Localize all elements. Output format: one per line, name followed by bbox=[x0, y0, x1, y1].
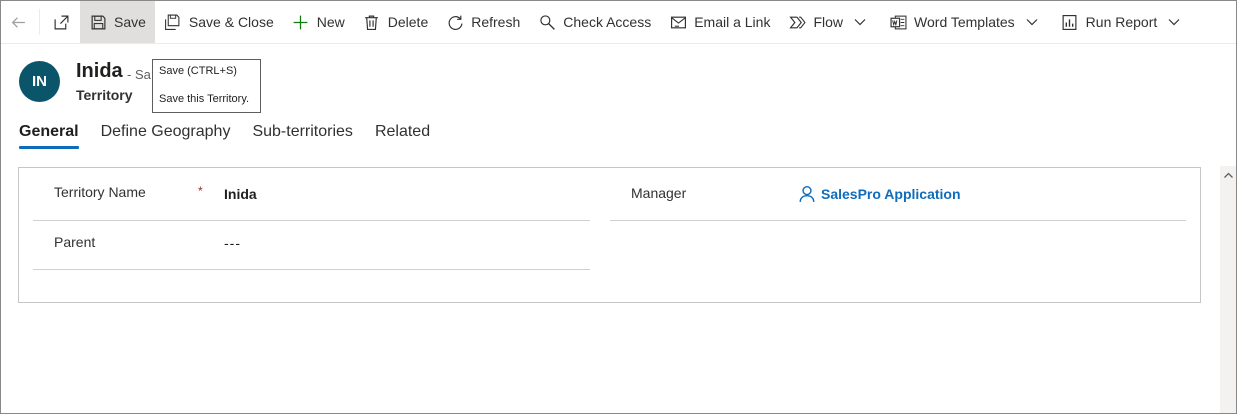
command-bar: Save Save & Close New Delete Refresh Che… bbox=[1, 1, 1236, 44]
chevron-down-icon bbox=[1025, 15, 1039, 29]
person-icon bbox=[798, 185, 816, 203]
save-label: Save bbox=[114, 14, 146, 30]
save-button[interactable]: Save bbox=[80, 1, 155, 43]
report-icon bbox=[1061, 13, 1079, 31]
run-report-button[interactable]: Run Report bbox=[1052, 1, 1195, 43]
tab-related[interactable]: Related bbox=[375, 123, 430, 149]
record-title: Inida bbox=[76, 60, 123, 82]
key-search-icon bbox=[538, 13, 556, 31]
delete-button[interactable]: Delete bbox=[354, 1, 437, 43]
email-link-label: Email a Link bbox=[694, 14, 771, 30]
check-access-label: Check Access bbox=[563, 14, 652, 30]
avatar: IN bbox=[19, 61, 60, 102]
tooltip-description: Save this Territory. bbox=[159, 93, 250, 105]
entity-name: Territory bbox=[76, 87, 133, 103]
save-icon bbox=[89, 13, 107, 31]
parent-field[interactable]: --- bbox=[224, 235, 241, 251]
territory-name-field[interactable]: Inida bbox=[224, 186, 257, 202]
parent-row: Parent --- bbox=[33, 221, 590, 270]
plus-icon bbox=[292, 13, 310, 31]
check-access-button[interactable]: Check Access bbox=[529, 1, 660, 43]
word-icon bbox=[889, 13, 907, 31]
delete-label: Delete bbox=[387, 14, 429, 30]
chevron-down-icon bbox=[853, 15, 867, 29]
flow-label: Flow bbox=[813, 14, 844, 30]
save-close-button[interactable]: Save & Close bbox=[155, 1, 283, 43]
vertical-scrollbar[interactable] bbox=[1220, 166, 1236, 413]
flow-icon bbox=[788, 13, 806, 31]
tab-define-geography[interactable]: Define Geography bbox=[101, 123, 231, 149]
parent-label: Parent bbox=[54, 234, 96, 250]
tooltip-shortcut: Save (CTRL+S) bbox=[159, 65, 237, 77]
email-link-icon bbox=[669, 13, 687, 31]
record-status: - Sa bbox=[127, 67, 151, 82]
refresh-button[interactable]: Refresh bbox=[437, 1, 529, 43]
scroll-up-arrow-icon[interactable] bbox=[1220, 166, 1236, 183]
popout-icon bbox=[52, 13, 70, 31]
new-button[interactable]: New bbox=[283, 1, 354, 43]
flow-button[interactable]: Flow bbox=[779, 1, 880, 43]
refresh-label: Refresh bbox=[471, 14, 521, 30]
tab-sub-territories[interactable]: Sub-territories bbox=[252, 123, 352, 149]
run-report-label: Run Report bbox=[1085, 14, 1158, 30]
email-link-button[interactable]: Email a Link bbox=[660, 1, 779, 43]
word-templates-button[interactable]: Word Templates bbox=[880, 1, 1052, 43]
back-button[interactable] bbox=[1, 1, 37, 43]
save-close-icon bbox=[164, 13, 182, 31]
chevron-down-icon bbox=[1167, 15, 1181, 29]
form-tabs: General Define Geography Sub-territories… bbox=[19, 123, 452, 149]
manager-row: Manager SalesPro Application bbox=[610, 168, 1186, 221]
refresh-icon bbox=[446, 13, 464, 31]
general-section: Territory Name * Inida Parent --- Manage… bbox=[18, 167, 1201, 303]
popout-button[interactable] bbox=[42, 1, 80, 43]
manager-lookup-link[interactable]: SalesPro Application bbox=[798, 185, 961, 203]
app-window: Save Save & Close New Delete Refresh Che… bbox=[0, 0, 1237, 414]
territory-name-row: Territory Name * Inida bbox=[33, 168, 590, 221]
save-close-label: Save & Close bbox=[188, 14, 274, 30]
manager-value: SalesPro Application bbox=[821, 186, 961, 202]
required-indicator: * bbox=[198, 184, 203, 198]
trash-icon bbox=[363, 13, 381, 31]
tab-general[interactable]: General bbox=[19, 123, 79, 149]
toolbar-divider bbox=[39, 9, 40, 35]
word-templates-label: Word Templates bbox=[914, 14, 1015, 30]
back-arrow-icon bbox=[9, 13, 27, 31]
manager-label: Manager bbox=[631, 185, 687, 201]
save-tooltip: Save (CTRL+S) Save this Territory. bbox=[152, 59, 261, 113]
territory-name-label: Territory Name bbox=[54, 184, 146, 200]
new-label: New bbox=[316, 14, 345, 30]
